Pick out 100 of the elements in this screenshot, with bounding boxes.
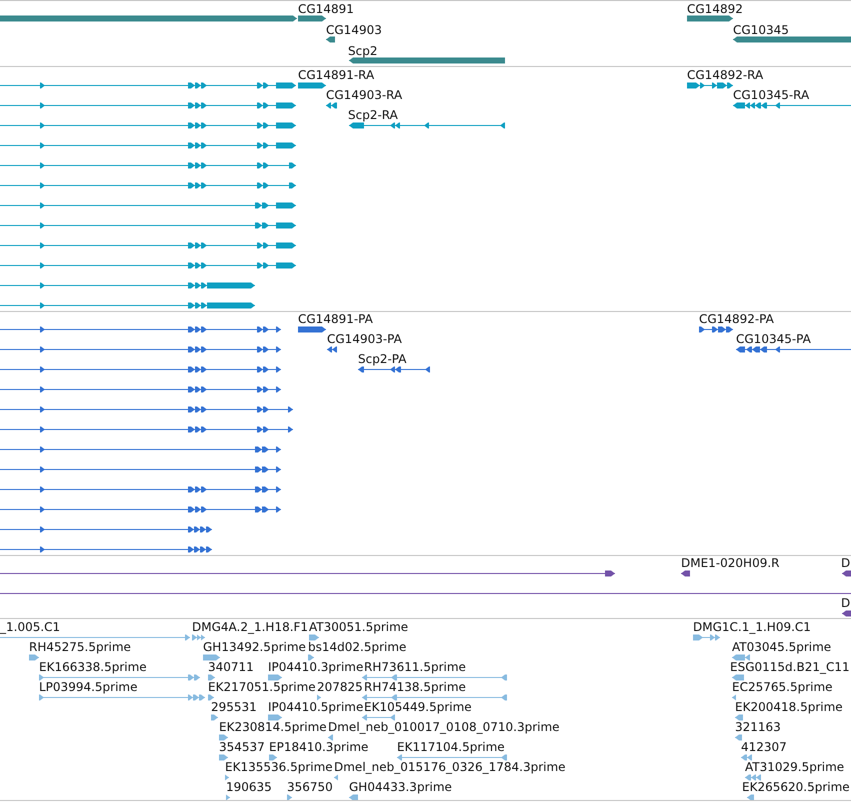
- feature-label: EK217051.5prime: [208, 680, 316, 694]
- protein-feature[interactable]: [698, 326, 734, 332]
- feature-label: LP03994.5prime: [39, 680, 138, 694]
- est-feature[interactable]: [38, 674, 200, 680]
- feature-label: CG14891-PA: [298, 312, 373, 326]
- protein-feature[interactable]: [358, 366, 430, 372]
- protein-feature[interactable]: [298, 326, 326, 332]
- feature-label: AT31029.5prime: [745, 760, 844, 774]
- feature-label: 295531: [211, 700, 257, 714]
- est-feature[interactable]: [308, 634, 320, 640]
- est-feature[interactable]: [362, 674, 508, 680]
- est-feature[interactable]: [226, 794, 230, 800]
- alignment-feature[interactable]: [842, 610, 851, 616]
- protein-feature[interactable]: [0, 326, 282, 332]
- est-feature[interactable]: [28, 654, 40, 660]
- transcript-feature[interactable]: [298, 82, 326, 88]
- transcript-feature[interactable]: [686, 82, 734, 88]
- feature-label: EP18410.3prime: [269, 740, 368, 754]
- est-feature[interactable]: [316, 694, 322, 700]
- est-feature[interactable]: [692, 634, 720, 640]
- feature-label: Scp2-PA: [358, 352, 406, 366]
- feature-label: 356750: [287, 780, 333, 794]
- alignment-feature[interactable]: [842, 570, 851, 576]
- transcript-feature[interactable]: [0, 242, 296, 248]
- est-feature[interactable]: [268, 674, 282, 680]
- feature-label: EC25765.5prime: [732, 680, 833, 694]
- feature-label: CG14892-PA: [699, 312, 774, 326]
- est-feature[interactable]: [0, 634, 190, 640]
- est-feature[interactable]: [732, 654, 750, 660]
- feature-label: EK166338.5prime: [39, 660, 147, 674]
- alignment-feature[interactable]: [680, 570, 690, 576]
- feature-label: 354537: [219, 740, 265, 754]
- est-feature[interactable]: [732, 694, 736, 700]
- transcript-feature[interactable]: [0, 282, 256, 288]
- est-feature[interactable]: [218, 734, 228, 740]
- est-feature[interactable]: [224, 774, 230, 780]
- est-feature[interactable]: [218, 754, 228, 760]
- transcript-feature[interactable]: [0, 222, 296, 228]
- est-feature[interactable]: [308, 654, 314, 660]
- est-feature[interactable]: [734, 734, 742, 740]
- gene-feature[interactable]: [732, 36, 851, 42]
- est-feature[interactable]: [734, 714, 744, 720]
- est-feature[interactable]: [746, 794, 754, 800]
- transcript-feature[interactable]: [732, 102, 851, 108]
- est-feature[interactable]: [348, 794, 358, 800]
- protein-feature[interactable]: [0, 446, 282, 452]
- protein-feature[interactable]: [0, 546, 212, 552]
- protein-feature[interactable]: [0, 346, 282, 352]
- protein-feature[interactable]: [0, 406, 294, 412]
- est-feature[interactable]: [334, 774, 338, 780]
- est-feature[interactable]: [732, 674, 744, 680]
- est-feature[interactable]: [396, 754, 508, 760]
- est-feature[interactable]: [210, 714, 218, 720]
- protein-feature[interactable]: [0, 366, 282, 372]
- protein-feature[interactable]: [0, 426, 294, 432]
- transcript-feature[interactable]: [0, 122, 296, 128]
- est-feature[interactable]: [268, 714, 282, 720]
- feature-label: CG10345-PA: [736, 332, 811, 346]
- gene-feature[interactable]: [298, 16, 326, 22]
- protein-feature[interactable]: [0, 486, 282, 492]
- protein-feature[interactable]: [0, 526, 212, 532]
- transcript-feature[interactable]: [0, 82, 296, 88]
- transcript-feature[interactable]: [0, 102, 296, 108]
- est-feature[interactable]: [328, 734, 334, 740]
- protein-feature[interactable]: [0, 506, 282, 512]
- transcript-feature[interactable]: [0, 182, 296, 188]
- transcript-feature[interactable]: [326, 102, 338, 108]
- protein-feature[interactable]: [0, 386, 282, 392]
- est-feature[interactable]: [362, 694, 508, 700]
- feature-label: DMG1C.1_1.H09.C1: [693, 620, 811, 634]
- feature-label: EK105449.5prime: [364, 700, 472, 714]
- feature-label: 207825: [317, 680, 363, 694]
- est-feature[interactable]: [744, 774, 762, 780]
- est-feature[interactable]: [362, 714, 396, 720]
- est-feature[interactable]: [208, 674, 216, 680]
- transcript-feature[interactable]: [0, 142, 296, 148]
- transcript-feature[interactable]: [0, 302, 256, 308]
- est-feature[interactable]: [208, 694, 214, 700]
- protein-feature[interactable]: [326, 346, 338, 352]
- feature-label: AT03045.5prime: [732, 640, 832, 654]
- feature-label: _1.005.C1: [0, 620, 60, 634]
- transcript-feature[interactable]: [0, 262, 296, 268]
- est-feature[interactable]: [268, 754, 278, 760]
- est-feature[interactable]: [740, 754, 752, 760]
- protein-feature[interactable]: [736, 346, 851, 352]
- gene-feature[interactable]: [326, 36, 336, 42]
- est-feature[interactable]: [192, 634, 206, 640]
- transcript-feature[interactable]: [348, 122, 506, 128]
- est-feature[interactable]: [202, 654, 220, 660]
- protein-feature[interactable]: [0, 466, 282, 472]
- transcript-feature[interactable]: [0, 162, 296, 168]
- est-feature[interactable]: [286, 794, 292, 800]
- gene-feature[interactable]: [686, 16, 734, 22]
- feature-label: D: [841, 596, 850, 610]
- feature-label: RH73611.5prime: [364, 660, 466, 674]
- feature-label: EK200418.5prime: [735, 700, 843, 714]
- feature-label: RH74138.5prime: [364, 680, 466, 694]
- transcript-feature[interactable]: [0, 202, 296, 208]
- est-feature[interactable]: [38, 694, 206, 700]
- alignment-feature[interactable]: [0, 570, 616, 576]
